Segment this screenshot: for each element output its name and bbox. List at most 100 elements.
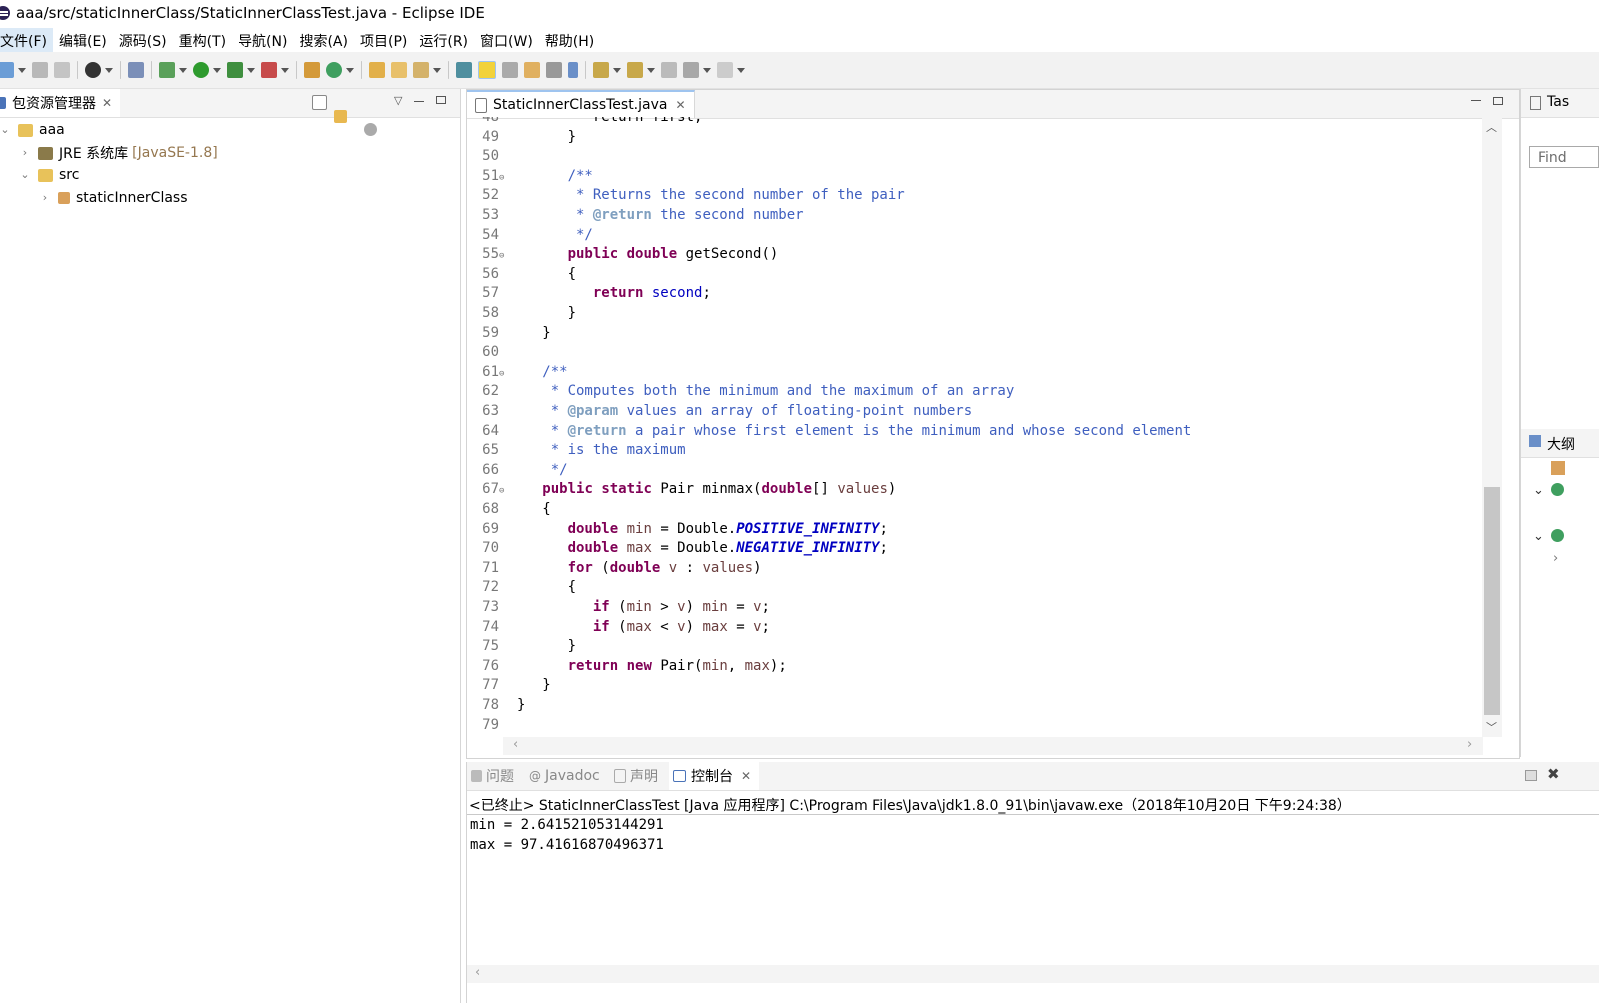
code-line[interactable]: 76 return new Pair(min, max); xyxy=(467,657,787,677)
minimize-icon[interactable] xyxy=(1471,100,1481,101)
code-line[interactable]: 54 */ xyxy=(467,226,593,246)
menu-file[interactable]: 文件(F) xyxy=(0,28,53,52)
code-line[interactable]: 50 xyxy=(467,147,517,167)
code-line[interactable]: 66 */ xyxy=(467,461,567,481)
code-line[interactable]: 71 for (double v : values) xyxy=(467,559,761,579)
code-line[interactable]: 52 * Returns the second number of the pa… xyxy=(467,186,905,206)
code-line[interactable]: 72 { xyxy=(467,578,576,598)
new-class-dropdown-icon[interactable] xyxy=(345,62,355,78)
console-output-line[interactable]: min = 2.641521053144291 xyxy=(470,817,664,833)
filters-icon[interactable] xyxy=(364,123,377,136)
horizontal-scrollbar[interactable]: ‹ xyxy=(467,965,1599,983)
back-dropdown-icon[interactable] xyxy=(702,62,712,78)
close-icon[interactable]: ✕ xyxy=(741,769,751,783)
code-line[interactable]: 73 if (min > v) min = v; xyxy=(467,598,770,618)
coverage-icon[interactable] xyxy=(227,62,243,78)
minimize-icon[interactable] xyxy=(414,101,424,102)
maximize-icon[interactable] xyxy=(1493,97,1503,105)
new-java-class-icon[interactable] xyxy=(326,62,342,78)
next-annotation-dropdown-icon[interactable] xyxy=(612,62,622,78)
new-java-package-icon[interactable] xyxy=(304,62,320,78)
show-whitespace-icon[interactable] xyxy=(568,62,578,78)
external-tools-icon[interactable] xyxy=(261,62,277,78)
package-explorer-tab[interactable]: 包资源管理器 ✕ xyxy=(0,89,121,117)
open-type-icon[interactable] xyxy=(369,62,385,78)
last-edit-location-icon[interactable] xyxy=(661,62,677,78)
maximize-icon[interactable] xyxy=(436,96,446,104)
code-line[interactable]: 53 * @return the second number xyxy=(467,206,803,226)
code-line[interactable]: 75 } xyxy=(467,637,576,657)
chevron-down-icon[interactable]: ⌄ xyxy=(1533,529,1544,544)
forward-icon[interactable] xyxy=(717,62,733,78)
code-line[interactable]: 60 xyxy=(467,343,517,363)
close-icon[interactable]: ✕ xyxy=(675,98,685,112)
menu-source[interactable]: 源码(S) xyxy=(113,28,173,52)
code-line[interactable]: 49 } xyxy=(467,128,576,148)
debug-icon[interactable] xyxy=(159,62,175,78)
open-task-icon[interactable] xyxy=(391,62,407,78)
code-line[interactable]: 65 * is the maximum xyxy=(467,441,685,461)
code-line[interactable]: 57 return second; xyxy=(467,284,711,304)
back-icon[interactable] xyxy=(683,62,699,78)
new-dropdown-icon[interactable] xyxy=(17,62,27,78)
code-line[interactable]: 64 * @return a pair whose first element … xyxy=(467,422,1191,442)
tab-problems[interactable]: 问题 xyxy=(471,762,514,790)
save-all-icon[interactable] xyxy=(54,62,70,78)
code-line[interactable]: 77 } xyxy=(467,676,551,696)
toggle-ant-icon[interactable] xyxy=(456,62,472,78)
external-tools-dropdown-icon[interactable] xyxy=(280,62,290,78)
save-icon[interactable] xyxy=(32,62,48,78)
menu-search[interactable]: 搜索(A) xyxy=(293,28,354,52)
menu-edit[interactable]: 编辑(E) xyxy=(53,28,113,52)
tab-declaration[interactable]: 声明 xyxy=(614,762,658,790)
chevron-right-icon[interactable]: › xyxy=(20,147,30,158)
package-icon[interactable] xyxy=(1551,461,1565,475)
scroll-left-icon[interactable]: ‹ xyxy=(475,965,480,980)
toggle-breadcrumb-icon[interactable] xyxy=(524,62,540,78)
code-line[interactable]: 51⊖ /** xyxy=(467,167,593,187)
search-icon[interactable] xyxy=(413,62,429,78)
code-line[interactable]: 70 double max = Double.NEGATIVE_INFINITY… xyxy=(467,539,888,559)
code-line[interactable]: 48 return first; xyxy=(467,117,702,128)
scroll-up-icon[interactable]: ︿ xyxy=(1486,119,1497,135)
inner-class-icon[interactable] xyxy=(1551,529,1564,542)
previous-annotation-dropdown-icon[interactable] xyxy=(646,62,656,78)
debug-dropdown-icon[interactable] xyxy=(178,62,188,78)
profile-icon[interactable] xyxy=(85,62,101,78)
find-input[interactable]: Find xyxy=(1529,146,1599,168)
forward-dropdown-icon[interactable] xyxy=(736,62,746,78)
task-list-tab-label[interactable]: Tas xyxy=(1547,94,1569,110)
scroll-left-icon[interactable]: ‹ xyxy=(513,737,518,752)
menu-project[interactable]: 项目(P) xyxy=(354,28,413,52)
scrollbar-thumb[interactable] xyxy=(1484,487,1500,715)
chevron-down-icon[interactable]: ⌄ xyxy=(1533,483,1544,498)
code-area[interactable]: 48 return first; 49 } 50 51⊖ /** 52 * Return… xyxy=(467,117,1481,737)
tree-item-src[interactable]: ⌄ src xyxy=(20,164,79,186)
code-line[interactable]: 78} xyxy=(467,696,525,716)
search-dropdown-icon[interactable] xyxy=(432,62,442,78)
code-line[interactable]: 74 if (max < v) max = v; xyxy=(467,618,770,638)
skip-breakpoints-icon[interactable] xyxy=(128,62,144,78)
terminate-icon[interactable] xyxy=(1525,770,1537,781)
code-line[interactable]: 61⊖ /** xyxy=(467,363,567,383)
code-line[interactable]: 69 double min = Double.POSITIVE_INFINITY… xyxy=(467,520,888,540)
menu-help[interactable]: 帮助(H) xyxy=(539,28,600,52)
mark-occurrences-icon[interactable] xyxy=(478,61,496,79)
run-dropdown-icon[interactable] xyxy=(212,62,222,78)
tree-item-project[interactable]: ⌄ aaa xyxy=(0,119,64,141)
scroll-right-icon[interactable]: › xyxy=(1467,737,1472,752)
view-menu-icon[interactable]: ▽ xyxy=(394,94,402,107)
remove-launch-icon[interactable]: ✖ xyxy=(1547,765,1560,783)
menu-window[interactable]: 窗口(W) xyxy=(474,28,539,52)
tab-javadoc[interactable]: @ Javadoc xyxy=(529,762,600,790)
code-line[interactable]: 58 } xyxy=(467,304,576,324)
vertical-scrollbar[interactable]: ︿ ﹀ xyxy=(1482,117,1502,737)
scroll-down-icon[interactable]: ﹀ xyxy=(1486,719,1497,735)
toggle-word-wrap-icon[interactable] xyxy=(546,62,562,78)
code-line[interactable]: 68 { xyxy=(467,500,551,520)
menu-refactor[interactable]: 重构(T) xyxy=(173,28,232,52)
collapse-all-icon[interactable] xyxy=(312,95,327,110)
previous-annotation-icon[interactable] xyxy=(627,62,643,78)
console-output-line[interactable]: max = 97.41616870496371 xyxy=(470,837,664,853)
close-icon[interactable]: ✕ xyxy=(102,96,112,110)
